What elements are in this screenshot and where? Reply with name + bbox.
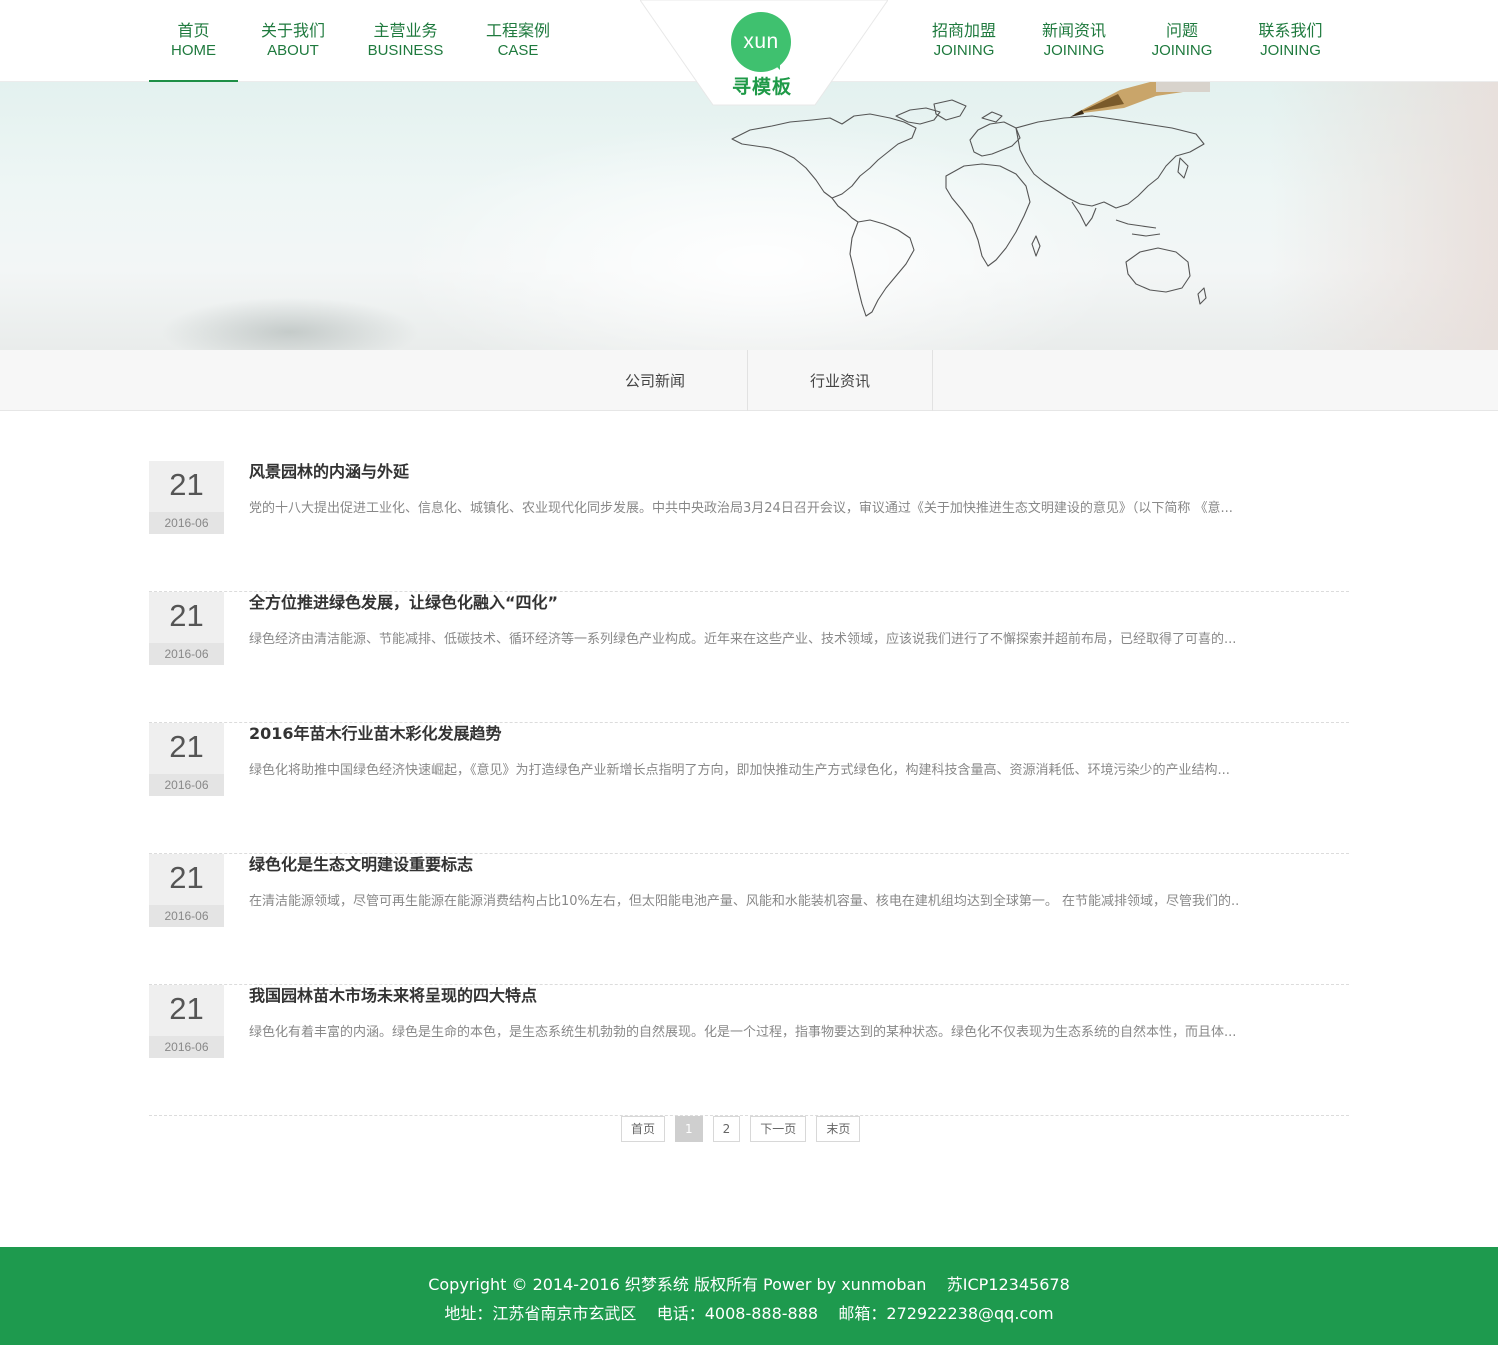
nav-label-en: JOINING [1260,42,1321,59]
logo-name[interactable]: 寻模板 [715,72,809,99]
last-page-button[interactable]: 末页 [816,1116,861,1142]
date-badge: 21 2016-06 [149,854,224,927]
date-year-month: 2016-06 [149,643,224,665]
nav-contact[interactable]: 联系我们 JOINING [1232,0,1349,82]
news-title-link[interactable]: 2016年苗木行业苗木彩化发展趋势 [249,723,502,745]
news-item[interactable]: 21 2016-06 2016年苗木行业苗木彩化发展趋势 绿色化将助推中国绿色经… [149,723,1349,854]
nav-label-cn: 主营业务 [373,21,438,40]
news-summary: 绿色化将助推中国绿色经济快速崛起，《意见》为打造绿色产业新增长点指明了方向，即加… [249,763,1230,778]
page-button-2[interactable]: 2 [712,1116,741,1142]
nav-label-en: JOINING [1043,42,1105,59]
nav-label-cn: 新闻资讯 [1041,21,1106,40]
date-day: 21 [169,598,204,633]
date-badge: 21 2016-06 [149,461,224,534]
date-badge: 21 2016-06 [149,985,224,1058]
page-button-1[interactable]: 1 [675,1116,703,1142]
date-badge: 21 2016-06 [149,723,224,796]
news-title-link[interactable]: 风景园林的内涵与外延 [249,461,409,483]
main-nav-left: 首页 HOME 关于我们 ABOUT 主营业务 BUSINESS 工程案例 CA… [149,0,573,82]
nav-about[interactable]: 关于我们 ABOUT [238,0,348,82]
date-year-month: 2016-06 [149,905,224,927]
next-page-button[interactable]: 下一页 [750,1116,807,1142]
news-title-link[interactable]: 我国园林苗木市场未来将呈现的四大特点 [249,985,537,1007]
nav-label-cn: 问题 [1165,21,1198,40]
nav-faq[interactable]: 问题 JOINING [1132,0,1232,82]
site-footer: Copyright © 2014-2016 织梦系统 版权所有 Power by… [0,1247,1498,1345]
first-page-button[interactable]: 首页 [621,1116,666,1142]
date-day: 21 [169,467,204,502]
logo-badge-tail [768,58,780,70]
nav-business[interactable]: 主营业务 BUSINESS [348,0,463,82]
main-nav-right: 招商加盟 JOINING 新闻资讯 JOINING 问题 JOINING 联系我… [912,0,1349,82]
tab-industry-news[interactable]: 行业资讯 [748,350,933,411]
date-year-month: 2016-06 [149,1036,224,1058]
banner-side-fade [1270,82,1498,350]
nav-case[interactable]: 工程案例 CASE [463,0,573,82]
news-summary: 党的十八大提出促进工业化、信息化、城镇化、农业现代化同步发展。中共中央政治局3月… [249,501,1233,516]
date-year-month: 2016-06 [149,774,224,796]
nav-label-en: JOINING [933,42,995,59]
news-category-tabs: 公司新闻 行业资讯 [0,350,1498,411]
contact-info: 地址：江苏省南京市玄武区 电话：4008-888-888 邮箱：27292223… [444,1304,1054,1323]
date-day: 21 [169,991,204,1026]
pagination: 首页 1 2 下一页 末页 [621,1116,861,1142]
logo-badge[interactable]: xun [731,12,791,72]
nav-label-en: ABOUT [267,42,319,59]
news-list: 21 2016-06 风景园林的内涵与外延 党的十八大提出促进工业化、信息化、城… [149,461,1349,1116]
nav-label-en: CASE [497,42,539,59]
date-badge: 21 2016-06 [149,592,224,665]
nav-joining[interactable]: 招商加盟 JOINING [912,0,1016,82]
news-summary: 绿色化有着丰富的内涵。绿色是生命的本色，是生态系统生机勃勃的自然展现。化是一个过… [249,1025,1237,1040]
news-item[interactable]: 21 2016-06 风景园林的内涵与外延 党的十八大提出促进工业化、信息化、城… [149,461,1349,592]
date-day: 21 [169,729,204,764]
news-summary: 在清洁能源领域，尽管可再生能源在能源消费结构占比10%左右，但太阳能电池产量、风… [249,894,1239,909]
copyright-text: Copyright © 2014-2016 织梦系统 版权所有 Power by… [428,1275,1070,1294]
news-title-link[interactable]: 绿色化是生态文明建设重要标志 [249,854,473,876]
news-item[interactable]: 21 2016-06 绿色化是生态文明建设重要标志 在清洁能源领域，尽管可再生能… [149,854,1349,985]
news-title-link[interactable]: 全方位推进绿色发展，让绿色化融入“四化” [249,592,558,614]
nav-label-en: JOINING [1151,42,1213,59]
nav-news[interactable]: 新闻资讯 JOINING [1016,0,1132,82]
nav-label-en: HOME [171,42,216,59]
nav-home[interactable]: 首页 HOME [149,0,238,82]
nav-label-cn: 关于我们 [260,21,325,40]
tab-company-news[interactable]: 公司新闻 [563,350,748,411]
world-map-icon [731,99,1207,317]
nav-label-en: BUSINESS [367,42,444,59]
logo-mark: xun [743,30,779,53]
nav-label-cn: 联系我们 [1258,21,1323,40]
news-item[interactable]: 21 2016-06 全方位推进绿色发展，让绿色化融入“四化” 绿色经济由清洁能… [149,592,1349,723]
date-year-month: 2016-06 [149,512,224,534]
nav-label-cn: 首页 [177,21,210,40]
news-summary: 绿色经济由清洁能源、节能减排、低碳技术、循环经济等一系列绿色产业构成。近年来在这… [249,632,1237,647]
date-day: 21 [169,860,204,895]
nav-label-cn: 招商加盟 [931,21,996,40]
nav-label-cn: 工程案例 [485,21,550,40]
hero-banner [0,82,1498,350]
news-item[interactable]: 21 2016-06 我国园林苗木市场未来将呈现的四大特点 绿色化有着丰富的内涵… [149,985,1349,1116]
